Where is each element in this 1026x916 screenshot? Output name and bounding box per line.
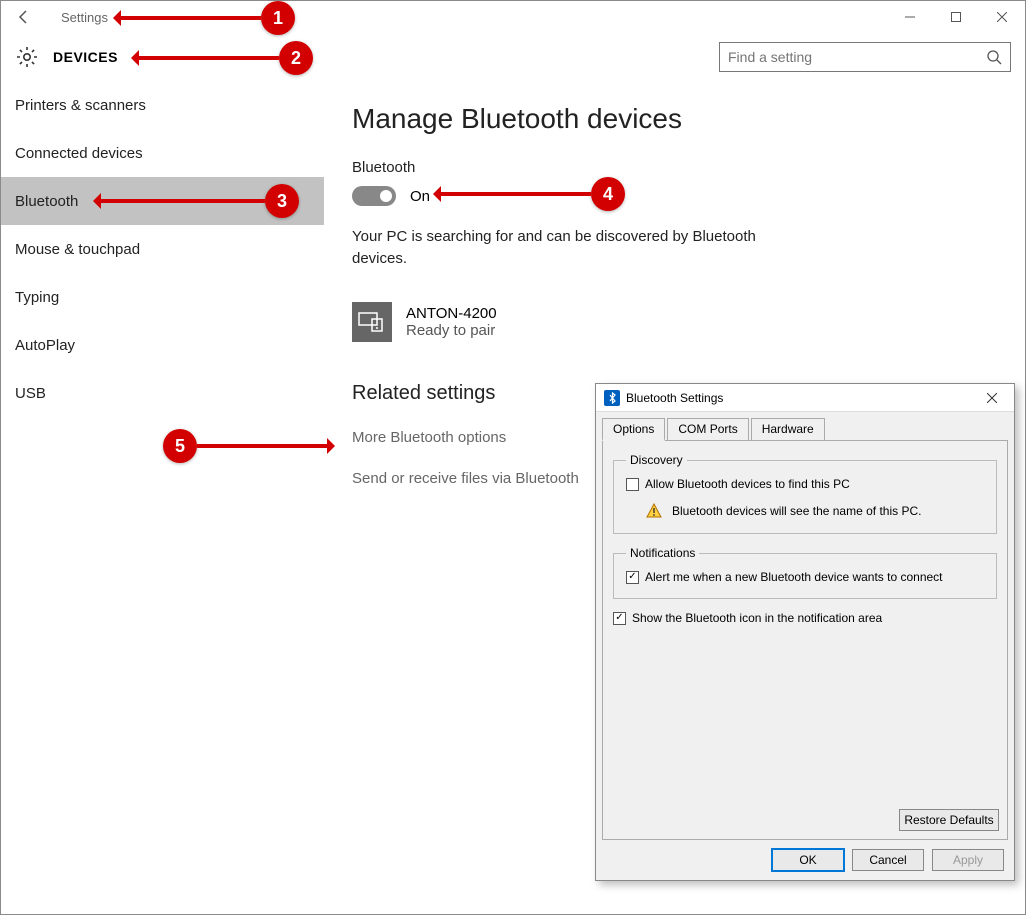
device-row[interactable]: ANTON-4200 Ready to pair xyxy=(352,302,997,342)
tab-com-ports[interactable]: COM Ports xyxy=(667,418,748,440)
device-status: Ready to pair xyxy=(406,322,497,339)
sidebar-item-label: Typing xyxy=(15,289,59,306)
dialog-close-button[interactable] xyxy=(978,388,1006,408)
button-label: Apply xyxy=(953,853,983,867)
device-icon xyxy=(352,302,392,342)
apply-button[interactable]: Apply xyxy=(932,849,1004,871)
bluetooth-icon xyxy=(604,390,620,406)
sidebar-item-typing[interactable]: Typing xyxy=(1,273,324,321)
sidebar-item-label: Connected devices xyxy=(15,145,143,162)
device-name: ANTON-4200 xyxy=(406,305,497,322)
tab-options[interactable]: Options xyxy=(602,418,665,441)
sidebar-item-bluetooth[interactable]: Bluetooth xyxy=(1,177,324,225)
close-icon xyxy=(997,12,1007,22)
sidebar-item-printers[interactable]: Printers & scanners xyxy=(1,81,324,129)
search-icon xyxy=(986,49,1002,65)
close-button[interactable] xyxy=(979,1,1025,33)
dialog-title: Bluetooth Settings xyxy=(626,391,723,405)
maximize-button[interactable] xyxy=(933,1,979,33)
sidebar-item-autoplay[interactable]: AutoPlay xyxy=(1,321,324,369)
button-label: Restore Defaults xyxy=(904,813,993,827)
titlebar: Settings xyxy=(1,1,1025,33)
checkbox-show-icon[interactable]: ✓ Show the Bluetooth icon in the notific… xyxy=(613,611,997,625)
minimize-icon xyxy=(905,12,915,22)
notifications-group: Notifications ✓ Alert me when a new Blue… xyxy=(613,546,997,599)
bluetooth-settings-dialog: Bluetooth Settings Options COM Ports Har… xyxy=(595,383,1015,881)
status-text: Your PC is searching for and can be disc… xyxy=(352,226,772,270)
window-title: Settings xyxy=(47,10,108,25)
notifications-legend: Notifications xyxy=(626,546,699,560)
checkbox-alert-new-device[interactable]: ✓ Alert me when a new Bluetooth device w… xyxy=(626,570,984,584)
ok-button[interactable]: OK xyxy=(772,849,844,871)
tab-label: COM Ports xyxy=(678,422,737,436)
sidebar-item-label: Printers & scanners xyxy=(15,97,146,114)
sidebar-item-usb[interactable]: USB xyxy=(1,369,324,417)
restore-defaults-button[interactable]: Restore Defaults xyxy=(899,809,999,831)
window-controls xyxy=(887,1,1025,33)
dialog-footer: OK Cancel Apply xyxy=(596,840,1014,880)
tab-content: Discovery Allow Bluetooth devices to fin… xyxy=(602,440,1008,840)
checkbox-label: Show the Bluetooth icon in the notificat… xyxy=(632,611,882,625)
warning-text: Bluetooth devices will see the name of t… xyxy=(672,504,921,518)
maximize-icon xyxy=(951,12,961,22)
discovery-legend: Discovery xyxy=(626,453,687,467)
sidebar-item-label: USB xyxy=(15,385,46,402)
sidebar-item-label: Bluetooth xyxy=(15,193,78,210)
toggle-caption: Bluetooth xyxy=(352,159,997,176)
button-label: Cancel xyxy=(869,853,906,867)
warning-icon xyxy=(646,503,662,519)
checkbox-icon xyxy=(626,478,639,491)
header: DEVICES xyxy=(1,33,1025,81)
arrow-left-icon xyxy=(16,9,32,25)
toggle-state-label: On xyxy=(410,188,430,205)
sidebar-item-label: Mouse & touchpad xyxy=(15,241,140,258)
close-icon xyxy=(987,393,997,403)
sidebar-item-mouse-touchpad[interactable]: Mouse & touchpad xyxy=(1,225,324,273)
discovery-group: Discovery Allow Bluetooth devices to fin… xyxy=(613,453,997,534)
section-title: DEVICES xyxy=(53,49,118,65)
checkbox-allow-discovery[interactable]: Allow Bluetooth devices to find this PC xyxy=(626,477,984,491)
cancel-button[interactable]: Cancel xyxy=(852,849,924,871)
search-input[interactable] xyxy=(728,49,986,65)
minimize-button[interactable] xyxy=(887,1,933,33)
bluetooth-toggle[interactable] xyxy=(352,186,396,206)
checkbox-icon: ✓ xyxy=(626,571,639,584)
tab-label: Hardware xyxy=(762,422,814,436)
checkbox-label: Alert me when a new Bluetooth device wan… xyxy=(645,570,943,584)
back-button[interactable] xyxy=(1,1,47,33)
checkbox-label: Allow Bluetooth devices to find this PC xyxy=(645,477,850,491)
checkbox-icon: ✓ xyxy=(613,612,626,625)
sidebar-item-connected-devices[interactable]: Connected devices xyxy=(1,129,324,177)
dialog-titlebar[interactable]: Bluetooth Settings xyxy=(596,384,1014,412)
sidebar-item-label: AutoPlay xyxy=(15,337,75,354)
gear-icon xyxy=(15,45,39,69)
dialog-tabs: Options COM Ports Hardware xyxy=(602,418,1008,440)
search-box[interactable] xyxy=(719,42,1011,72)
button-label: OK xyxy=(799,853,816,867)
tab-label: Options xyxy=(613,422,654,436)
page-heading: Manage Bluetooth devices xyxy=(352,103,997,135)
sidebar: Printers & scanners Connected devices Bl… xyxy=(1,81,324,916)
tab-hardware[interactable]: Hardware xyxy=(751,418,825,440)
